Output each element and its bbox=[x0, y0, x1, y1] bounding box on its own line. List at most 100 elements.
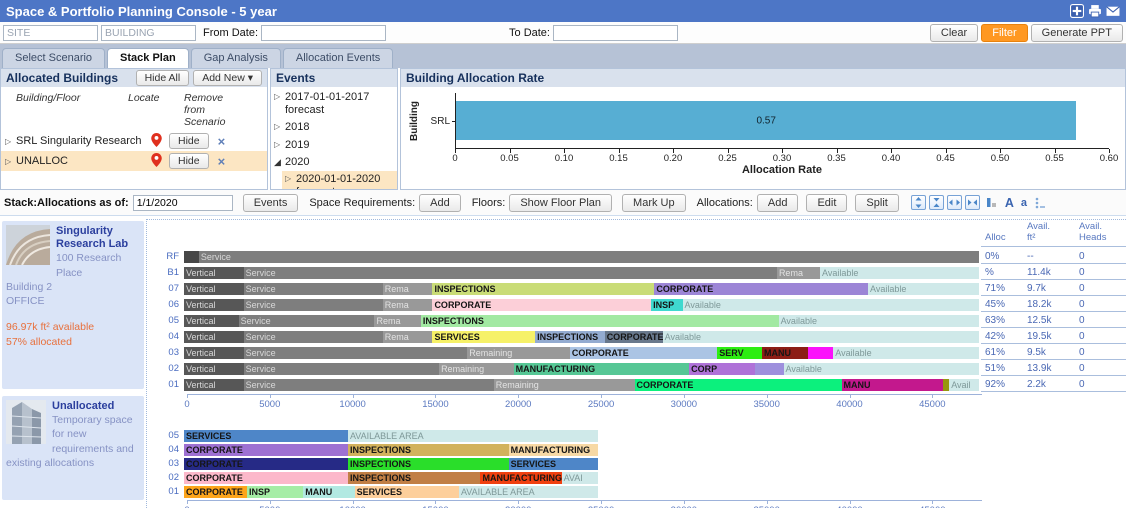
allocation-segment-inspections[interactable]: INSPECTIONS bbox=[348, 444, 509, 456]
allocation-segment-vertical[interactable]: Vertical bbox=[184, 347, 244, 359]
allocation-segment-vertical[interactable]: Vertical bbox=[184, 379, 244, 391]
font-decrease-icon[interactable]: a bbox=[1019, 195, 1029, 210]
remove-icon[interactable]: × bbox=[218, 154, 226, 169]
event-item-2019[interactable]: ▷2019 bbox=[271, 137, 397, 154]
collapse-horizontal-icon[interactable] bbox=[965, 195, 980, 210]
hide-all-button[interactable]: Hide All bbox=[136, 70, 190, 86]
allocation-segment[interactable] bbox=[755, 363, 783, 375]
font-increase-icon[interactable]: A bbox=[1003, 195, 1016, 210]
allocation-segment-vertical[interactable]: Vertical bbox=[184, 299, 244, 311]
tab-select-scenario[interactable]: Select Scenario bbox=[2, 48, 105, 68]
allocation-segment[interactable] bbox=[808, 347, 833, 359]
events-button[interactable]: Events bbox=[243, 194, 299, 212]
expand-vertical-icon[interactable] bbox=[911, 195, 926, 210]
allocation-segment-remaining[interactable]: Remaining bbox=[467, 347, 570, 359]
allocations-add-button[interactable]: Add bbox=[757, 194, 799, 212]
as-of-date-input[interactable] bbox=[133, 195, 233, 211]
allocation-segment-remaining[interactable]: Remaining bbox=[494, 379, 635, 391]
expand-icon[interactable]: ▷ bbox=[274, 139, 285, 152]
hide-button[interactable]: Hide bbox=[169, 133, 209, 149]
allocation-segment-available[interactable]: Available bbox=[683, 299, 979, 311]
expand-icon[interactable]: ▷ bbox=[285, 173, 296, 190]
allocation-segment-inspections[interactable]: INSPECTIONS bbox=[432, 283, 654, 295]
allocation-segment-rema[interactable]: Rema bbox=[383, 299, 433, 311]
show-floor-plan-button[interactable]: Show Floor Plan bbox=[509, 194, 612, 212]
allocation-rate-bar[interactable]: 0.57 bbox=[456, 101, 1076, 140]
mail-icon[interactable] bbox=[1106, 4, 1120, 18]
expand-icon[interactable]: ▷ bbox=[274, 121, 285, 134]
allocation-segment-manu[interactable]: MANU bbox=[842, 379, 943, 391]
allocation-segment-service[interactable]: Service bbox=[244, 267, 777, 279]
allocation-segment-vertical[interactable]: Vertical bbox=[184, 267, 244, 279]
allocation-segment-manufacturing[interactable]: MANUFACTURING bbox=[514, 363, 690, 375]
allocation-segment-inspections[interactable]: INSPECTIONS bbox=[421, 315, 779, 327]
building-input[interactable] bbox=[101, 25, 196, 41]
building-name[interactable]: SRL Singularity Research Lab bbox=[16, 135, 143, 147]
building-card-unallocated[interactable]: Unallocated Temporary space for new requ… bbox=[2, 396, 144, 500]
allocation-segment-vertical[interactable]: Vertical bbox=[184, 331, 244, 343]
allocation-segment-vertical[interactable]: Vertical bbox=[184, 315, 239, 327]
allocation-segment-service[interactable]: Service bbox=[239, 315, 375, 327]
allocation-segment-service[interactable]: Service bbox=[244, 347, 468, 359]
from-date-input[interactable] bbox=[261, 25, 386, 41]
allocation-segment-corporate[interactable]: CORPORATE bbox=[432, 299, 651, 311]
generate-ppt-button[interactable]: Generate PPT bbox=[1031, 24, 1123, 42]
expand-icon[interactable]: ▷ bbox=[5, 157, 16, 166]
mark-up-button[interactable]: Mark Up bbox=[622, 194, 686, 212]
allocation-segment-manu[interactable]: MANU bbox=[303, 486, 354, 498]
building-card-srl[interactable]: Singularity Research Lab 100 Research Pl… bbox=[2, 221, 144, 389]
hide-button[interactable]: Hide bbox=[169, 153, 209, 169]
allocation-segment-available-area[interactable]: AVAILABLE AREA bbox=[348, 430, 598, 442]
add-new-button[interactable]: Add New ▾ bbox=[193, 70, 262, 86]
allocation-segment-corporate[interactable]: CORPORATE bbox=[184, 472, 348, 484]
building-name[interactable]: UNALLOC bbox=[16, 155, 143, 167]
allocation-segment[interactable] bbox=[943, 379, 950, 391]
allocation-segment-corporate[interactable]: CORPORATE bbox=[184, 486, 247, 498]
allocation-segment-service[interactable]: Service bbox=[244, 363, 439, 375]
allocation-segment-corporate[interactable]: CORPORATE bbox=[184, 444, 348, 456]
print-icon[interactable] bbox=[1088, 4, 1102, 18]
allocation-segment-manu[interactable]: MANU bbox=[762, 347, 808, 359]
allocation-segment-available[interactable]: Available bbox=[820, 267, 979, 279]
add-window-icon[interactable] bbox=[1070, 4, 1084, 18]
allocation-segment-avail[interactable]: Avail bbox=[949, 379, 979, 391]
allocation-segment-corp[interactable]: CORP bbox=[689, 363, 755, 375]
allocation-segment-vertical[interactable]: Vertical bbox=[184, 363, 244, 375]
allocation-segment-insp[interactable]: INSP bbox=[247, 486, 303, 498]
space-requirements-add-button[interactable]: Add bbox=[419, 194, 461, 212]
to-date-input[interactable] bbox=[553, 25, 678, 41]
tab-allocation-events[interactable]: Allocation Events bbox=[283, 48, 393, 68]
allocation-segment-avai[interactable]: AVAI bbox=[562, 472, 598, 484]
tab-gap-analysis[interactable]: Gap Analysis bbox=[191, 48, 281, 68]
allocation-segment-services[interactable]: SERVICES bbox=[432, 331, 535, 343]
clear-button[interactable]: Clear bbox=[930, 24, 978, 42]
locate-pin-icon[interactable] bbox=[143, 133, 169, 150]
allocation-segment-service[interactable]: Service bbox=[244, 331, 383, 343]
allocations-edit-button[interactable]: Edit bbox=[806, 194, 847, 212]
allocation-segment-available[interactable]: Available bbox=[663, 331, 979, 343]
allocation-segment-rema[interactable]: Rema bbox=[374, 315, 420, 327]
allocation-segment-service[interactable]: Service bbox=[244, 299, 383, 311]
collapse-vertical-icon[interactable] bbox=[929, 195, 944, 210]
allocation-segment-corporate[interactable]: CORPORATE bbox=[654, 283, 868, 295]
expand-icon[interactable]: ▷ bbox=[5, 137, 16, 146]
allocation-segment-corporate[interactable]: CORPORATE bbox=[570, 347, 717, 359]
allocation-segment-service[interactable]: Service bbox=[244, 379, 494, 391]
allocation-segment[interactable] bbox=[184, 251, 199, 263]
allocation-segment-available[interactable]: Available bbox=[868, 283, 979, 295]
stack-style-icon[interactable] bbox=[983, 195, 1000, 210]
allocation-segment-inspections[interactable]: INSPECTIONS bbox=[348, 472, 480, 484]
event-item-2018[interactable]: ▷2018 bbox=[271, 119, 397, 136]
allocation-segment-vertical[interactable]: Vertical bbox=[184, 283, 244, 295]
allocation-segment-services[interactable]: SERVICES bbox=[355, 486, 459, 498]
allocation-segment-corporate[interactable]: CORPORATE bbox=[605, 331, 663, 343]
allocation-segment-serv[interactable]: SERV bbox=[717, 347, 762, 359]
collapse-icon[interactable]: ◢ bbox=[274, 156, 285, 169]
allocation-segment-available[interactable]: Available bbox=[784, 363, 979, 375]
allocation-segment-corporate[interactable]: CORPORATE bbox=[635, 379, 842, 391]
allocation-segment-inspections[interactable]: INSPECTIONS bbox=[348, 458, 509, 470]
site-input[interactable] bbox=[3, 25, 98, 41]
allocation-segment-available[interactable]: Available bbox=[833, 347, 979, 359]
remove-icon[interactable]: × bbox=[218, 134, 226, 149]
expand-icon[interactable]: ▷ bbox=[274, 91, 285, 117]
